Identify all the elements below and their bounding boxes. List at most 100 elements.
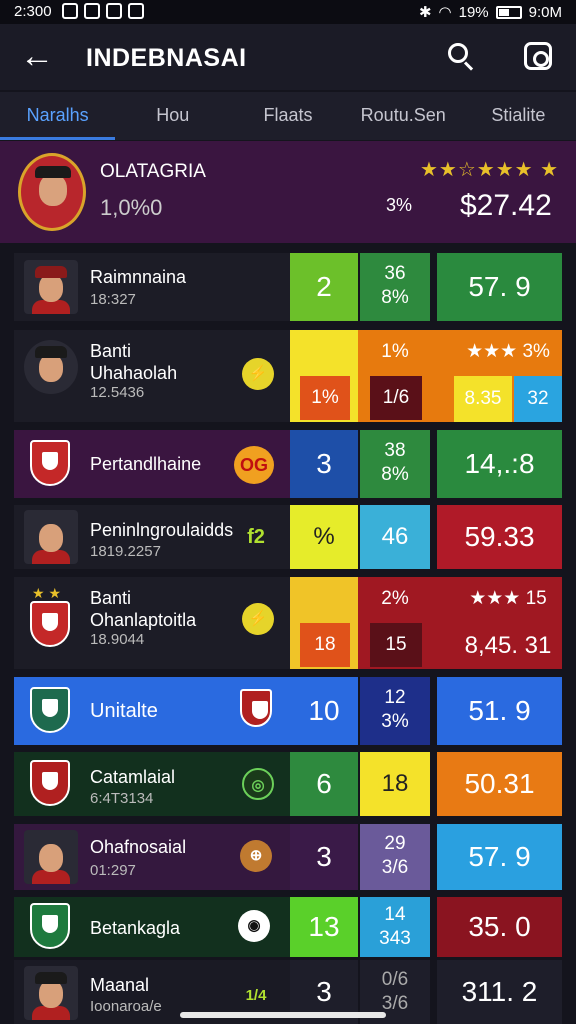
- value-cell: 57. 9: [437, 824, 562, 890]
- item-name: Raimnnaina: [90, 267, 187, 287]
- club-crest-icon: [30, 903, 70, 949]
- item-name: Peninlngroulaidds: [90, 520, 234, 540]
- item-name: Catamlaial: [90, 767, 176, 787]
- item-badge-icon: f2: [247, 526, 265, 548]
- value-cell: 18: [300, 623, 350, 667]
- avatar: [24, 340, 78, 394]
- tab-5[interactable]: Stialite: [461, 92, 576, 140]
- status-bar: 2:300 ✱ ◠ 19% 9:0M: [0, 0, 576, 24]
- tab-3[interactable]: Flaats: [230, 92, 345, 140]
- item-name: Maanal: [90, 975, 150, 995]
- value-cell: 18: [360, 752, 430, 816]
- item-sub: 01:297: [90, 862, 136, 879]
- value-cell: 15: [370, 623, 422, 667]
- value-cell: 35. 0: [437, 897, 562, 957]
- list-item[interactable]: Catamlaial 6:4T3134 ◎ 6 18 50.31: [14, 752, 562, 816]
- value-cell: 59.33: [437, 505, 562, 569]
- featured-small-value: 3%: [386, 195, 413, 215]
- tab-2[interactable]: Hou: [115, 92, 230, 140]
- value-cell: 10: [308, 695, 340, 726]
- featured-price: $27.42: [460, 189, 552, 222]
- status-right-time: 9:0M: [528, 3, 562, 21]
- club-crest-icon: [30, 440, 70, 486]
- item-name: Betankagla: [90, 918, 181, 938]
- value-cell: 3: [290, 430, 358, 498]
- notification-icons: [62, 3, 144, 19]
- list-item-info: Banti Uhahaolah 12.5436 ⚡: [14, 330, 290, 422]
- item-sub: 1819.2257: [90, 543, 161, 560]
- item-badge-icon: 1/4: [245, 987, 267, 1004]
- scan-icon[interactable]: [524, 42, 552, 70]
- list-item-info: Catamlaial 6:4T3134 ◎: [14, 752, 290, 816]
- value-cell: 14,.:8: [437, 430, 562, 498]
- tab-1[interactable]: Naralhs: [0, 92, 116, 140]
- search-icon[interactable]: [446, 41, 478, 73]
- value-cell: 14 343: [360, 897, 430, 957]
- value-cell: 32: [514, 376, 562, 422]
- list-item[interactable]: Raimnnaina 18:327 2 36 8% 57. 9: [14, 253, 562, 321]
- item-name: Banti Uhahaolah: [90, 341, 178, 383]
- list-item[interactable]: Peninlngroulaidds 1819.2257 f2 % 46 59.3…: [14, 505, 562, 569]
- avatar: [24, 830, 78, 884]
- status-right: ✱ ◠ 19% 9:0M: [419, 3, 562, 22]
- item-badge-icon: ⊕: [240, 840, 272, 872]
- value-cell: 2%: [381, 588, 409, 609]
- value-cell: 1%: [300, 376, 350, 420]
- tab-4[interactable]: Routu.Sen: [346, 92, 461, 140]
- value-cell: 38 8%: [360, 430, 430, 498]
- home-indicator[interactable]: [180, 1012, 386, 1018]
- value-cell: 1%: [381, 341, 409, 362]
- value-cell: 1/6: [370, 376, 422, 420]
- list-item-info: Peninlngroulaidds 1819.2257 f2: [14, 505, 290, 569]
- item-status-icon: ⚡: [242, 603, 274, 635]
- value-cell: 2: [290, 253, 358, 321]
- star-icon: ★ ★: [32, 585, 61, 601]
- item-sub: 12.5436: [90, 384, 145, 401]
- item-badge-icon: ◎: [242, 768, 274, 800]
- value-cell: 51. 9: [437, 677, 562, 745]
- item-sub: 18:327: [90, 291, 136, 308]
- value-cell: 3: [290, 824, 358, 890]
- list-item[interactable]: ★ ★ Banti Ohanlaptoitla 18.9044 ⚡ 2% 18 …: [14, 577, 562, 669]
- value-cell: 50.31: [437, 752, 562, 816]
- list-item[interactable]: Pertandlhaine OG 3 38 8% 14,.:8: [14, 430, 562, 498]
- item-sub: 6:4T3134: [90, 790, 154, 807]
- battery-percent: 19%: [458, 3, 489, 21]
- item-sub: Ioonaroa/e: [90, 998, 162, 1015]
- value-cell: 29 3/6: [360, 824, 430, 890]
- list-item-info: Betankagla ◉: [14, 897, 290, 957]
- value-cell: 6: [290, 752, 358, 816]
- value-cell: 8.35: [454, 376, 512, 422]
- list-item[interactable]: Betankagla ◉ 13 14 343 35. 0: [14, 897, 562, 957]
- featured-percent: 1,0%0: [100, 195, 163, 220]
- value-cell: ★★★ 15: [469, 588, 547, 609]
- featured-name: OLATAGRIA: [100, 161, 206, 182]
- avatar: [24, 966, 78, 1020]
- item-badge-icon: OG: [234, 446, 274, 484]
- value-cell: 46: [360, 505, 430, 569]
- list-item-info: Ohafnosaial 01:297 ⊕: [14, 824, 290, 890]
- item-badge-icon: ◉: [238, 910, 270, 942]
- list-item-info: Pertandlhaine OG: [14, 430, 290, 498]
- item-name: Pertandlhaine: [90, 454, 202, 474]
- item-name: Unitalte: [90, 700, 158, 722]
- list-item[interactable]: Unitalte 10 12 3% 51. 9: [14, 677, 562, 745]
- avatar: [24, 260, 78, 314]
- battery-icon: [495, 5, 522, 19]
- back-arrow-icon[interactable]: ←: [20, 38, 54, 74]
- item-name: Banti Ohanlaptoitla: [90, 588, 197, 630]
- list-item-info: ★ ★ Banti Ohanlaptoitla 18.9044 ⚡: [14, 577, 290, 669]
- item-status-icon: ⚡: [242, 358, 274, 390]
- value-cell: %: [290, 505, 358, 569]
- list-item[interactable]: Banti Uhahaolah 12.5436 ⚡ 1% 1% 1/6 ★★★ …: [14, 330, 562, 422]
- value-cell: 13: [290, 897, 358, 957]
- club-crest-icon: [30, 601, 70, 647]
- page-title: INDEBNASAI: [86, 44, 247, 72]
- featured-card[interactable]: OLATAGRIA 1,0%0 ★★☆★★★ ★ 3% $27.42: [0, 141, 576, 243]
- list-item[interactable]: Ohafnosaial 01:297 ⊕ 3 29 3/6 57. 9: [14, 824, 562, 890]
- app-bar: ← INDEBNASAI: [0, 24, 576, 90]
- value-cell: ★★★ 3%: [466, 341, 550, 362]
- featured-emblem-icon: [18, 153, 86, 231]
- item-name: Ohafnosaial: [90, 837, 187, 857]
- tab-bar: Naralhs Hou Flaats Routu.Sen Stialite: [0, 92, 576, 140]
